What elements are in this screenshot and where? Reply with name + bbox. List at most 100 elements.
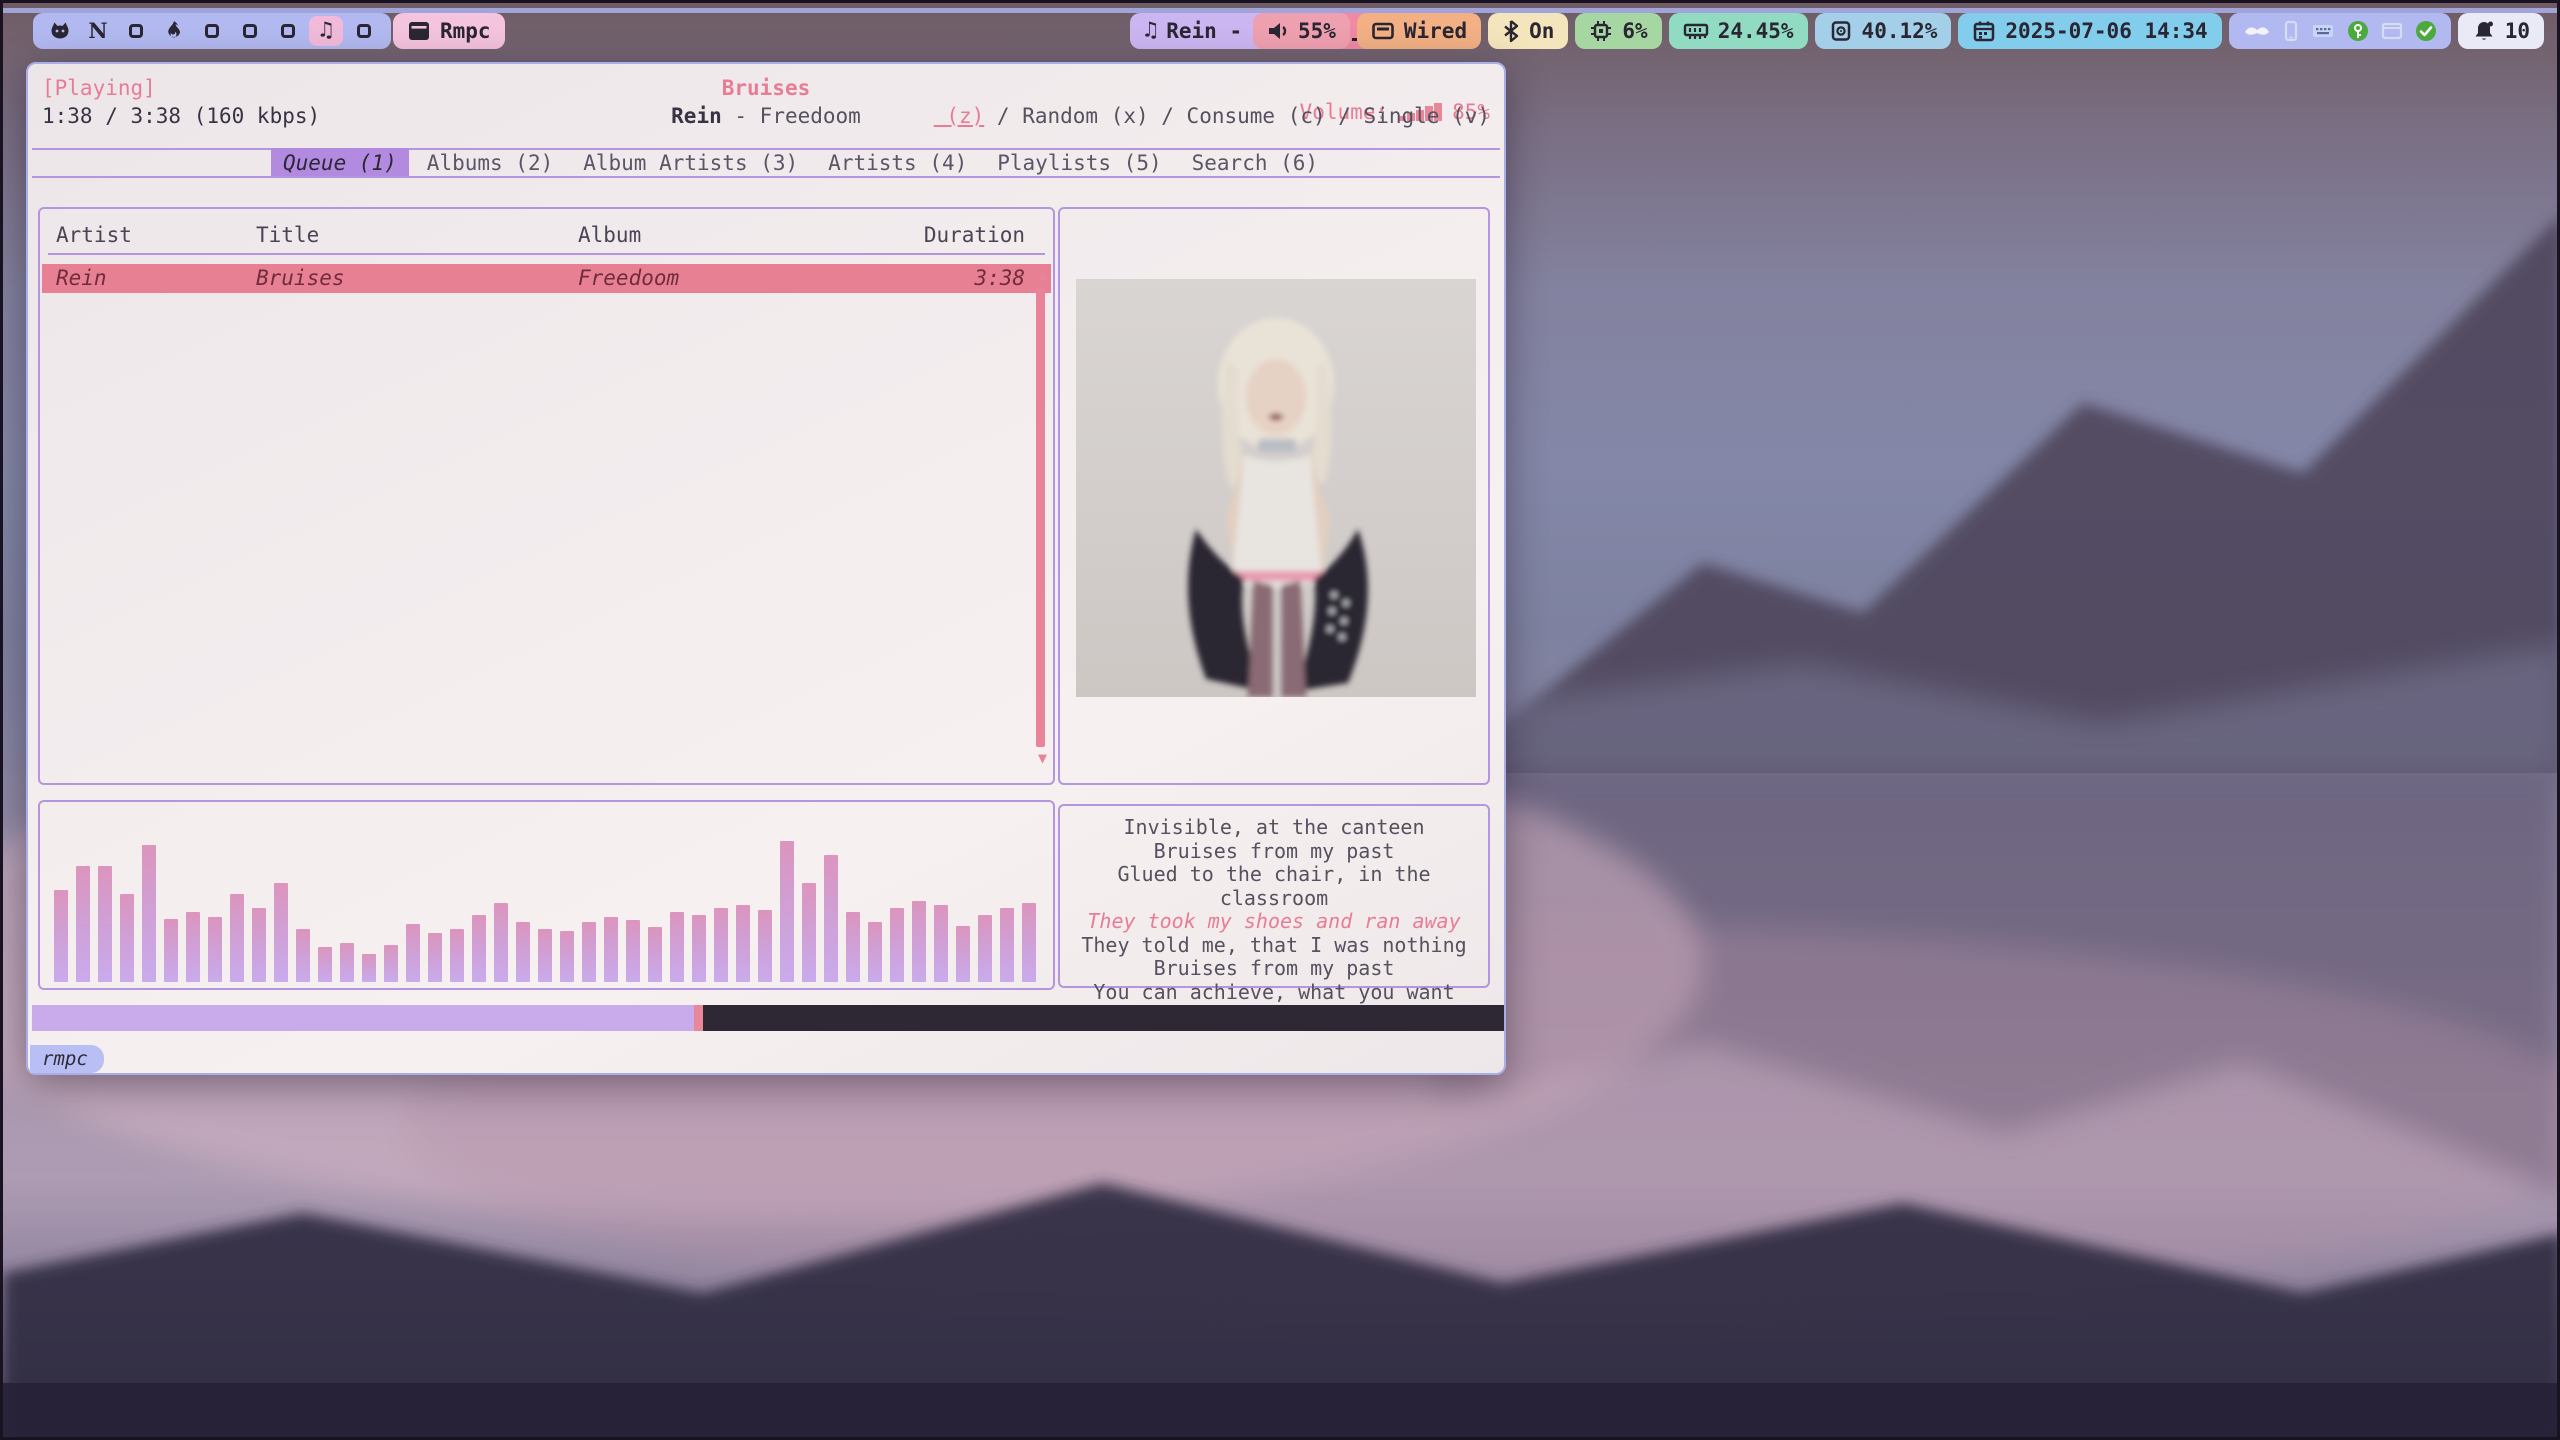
visualizer-bar: [648, 927, 662, 982]
visualizer-bar: [714, 908, 728, 982]
workspace-8-music-note-icon[interactable]: ♫: [309, 16, 343, 46]
visualizer-bar: [186, 912, 200, 982]
song-progress-bar[interactable]: [32, 1005, 1504, 1031]
scrollbar-thumb[interactable]: [1036, 287, 1045, 747]
queue-header-separator: [48, 253, 1045, 255]
status-indicators: 55%WiredOn 6% 24.45% 40.12% 2025-07-06 14:34…: [1253, 13, 2544, 49]
clock-indicator[interactable]: 2025-07-06 14:34: [1958, 13, 2221, 49]
workspace-switcher: N♫: [33, 13, 391, 49]
cpu-indicator[interactable]: 6%: [1575, 13, 1661, 49]
visualizer-bar: [318, 947, 332, 982]
visualizer-bar: [516, 922, 530, 982]
visualizer-bar: [54, 890, 68, 982]
mode-toggles[interactable]: (z) / Random (x) / Consume (c) / Single …: [934, 104, 1490, 128]
taskbar-item-label: Rmpc: [440, 19, 491, 43]
volume-indicator[interactable]: 55%: [1253, 13, 1350, 49]
workspace-9-empty-square-icon[interactable]: [347, 16, 381, 46]
memory-indicator[interactable]: 24.45%: [1669, 13, 1808, 49]
tab-artists-4-[interactable]: Artists (4): [828, 151, 967, 175]
visualizer-bar: [868, 922, 882, 982]
visualizer-bar: [120, 894, 134, 982]
top-bar: N♫ Rmpc ♫ Rein - Bruises ♫ 55%WiredOn6%2…: [3, 13, 2560, 49]
progress-marker: [694, 1005, 703, 1031]
visualizer-bar: [340, 943, 354, 982]
memory-value: 24.45%: [1718, 19, 1794, 43]
lyric-line: Glued to the chair, in the classroom: [1066, 863, 1482, 910]
visualizer-bar: [406, 924, 420, 982]
disk-indicator[interactable]: 40.12%: [1815, 13, 1952, 49]
toggle-others: / Random (x) / Consume (c) / Single (v): [984, 104, 1490, 128]
notifications-indicator[interactable]: 10: [2458, 13, 2544, 49]
window-outline-icon[interactable]: [2381, 21, 2403, 41]
visualizer-bar: [230, 894, 244, 982]
album-cover-image: [1076, 279, 1476, 697]
visualizer-bar: [142, 845, 156, 982]
queue-column-album: Album: [578, 223, 641, 247]
cell-album: Freedoom: [578, 266, 679, 290]
workspace-7-empty-square-icon[interactable]: [271, 16, 305, 46]
queue-column-title: Title: [256, 223, 319, 247]
clock-value: 2025-07-06 14:34: [2005, 19, 2207, 43]
bluetooth-indicator[interactable]: On: [1488, 13, 1568, 49]
tab-queue-1-[interactable]: Queue (1): [271, 148, 409, 178]
check-circle-icon[interactable]: [2415, 20, 2437, 42]
ram-icon: [1683, 20, 1709, 42]
phone-icon[interactable]: [2283, 20, 2299, 42]
workspace-5-empty-square-icon[interactable]: [195, 16, 229, 46]
visualizer-bar: [802, 883, 816, 982]
visualizer-bar: [758, 910, 772, 982]
visualizer-bar: [1000, 908, 1014, 982]
visualizer-bar: [1022, 903, 1036, 982]
lyric-line-current: They took my shoes and ran away: [1066, 910, 1482, 934]
scrollbar-up-icon[interactable]: ▲: [1038, 267, 1047, 282]
workspace-3-empty-square-icon[interactable]: [119, 16, 153, 46]
tab-bar: Queue (1)Albums (2)Album Artists (3)Arti…: [283, 148, 1318, 178]
bluetooth-icon: [1502, 19, 1520, 43]
queue-column-duration: Duration: [924, 223, 1025, 247]
workspace-1-cat-icon[interactable]: [43, 16, 77, 46]
disk-value: 40.12%: [1862, 19, 1938, 43]
visualizer-bar: [208, 917, 222, 982]
ethernet-icon: [1371, 20, 1395, 42]
lyrics-text: Invisible, at the canteenBruises from my…: [1066, 816, 1482, 976]
tab-playlists-5-[interactable]: Playlists (5): [997, 151, 1161, 175]
keyboard-icon[interactable]: [2311, 22, 2335, 40]
visualizer-bar: [846, 912, 860, 982]
bell-icon: [2472, 19, 2496, 43]
album-art-panel: [1058, 207, 1490, 785]
scrollbar-down-icon[interactable]: ▼: [1038, 751, 1047, 766]
visualizer-bar: [494, 903, 508, 982]
visualizer-bar: [252, 908, 266, 982]
lyric-line: Bruises from my past: [1066, 957, 1482, 981]
workspace-6-empty-square-icon[interactable]: [233, 16, 267, 46]
visualizer-bar: [98, 866, 112, 982]
visualizer-bar: [890, 908, 904, 982]
workspace-2-n-letter-icon[interactable]: N: [81, 16, 115, 46]
tab-albums-2-[interactable]: Albums (2): [427, 151, 553, 175]
tab-album-artists-3-[interactable]: Album Artists (3): [583, 151, 798, 175]
queue-row-current[interactable]: ReinBruisesFreedoom3:38: [42, 264, 1051, 293]
taskbar-item-rmpc[interactable]: Rmpc: [393, 13, 505, 49]
cell-title: Bruises: [256, 266, 345, 290]
desktop: N♫ Rmpc ♫ Rein - Bruises ♫ 55%WiredOn6%2…: [0, 0, 2560, 1440]
visualizer-bar: [296, 929, 310, 982]
disk-icon: [1829, 19, 1853, 43]
music-note-icon: ♫: [1144, 20, 1157, 42]
speaker-icon: [1267, 20, 1289, 42]
lyric-line: Invisible, at the canteen: [1066, 816, 1482, 840]
tab-search-6-[interactable]: Search (6): [1192, 151, 1318, 175]
calendar-icon: [1972, 19, 1996, 43]
cpu-value: 6%: [1622, 19, 1647, 43]
visualizer-bar: [384, 945, 398, 982]
key-circle-icon[interactable]: [2347, 20, 2369, 42]
album-name: Freedoom: [760, 104, 861, 128]
visualizer-bars: [54, 808, 1039, 982]
progress-remaining: [703, 1005, 1504, 1031]
visualizer-bar: [560, 931, 574, 982]
visualizer-bar: [274, 883, 288, 982]
lyric-line: You can achieve, what you want: [1066, 981, 1482, 1005]
visualizer-bar: [582, 922, 596, 982]
workspace-4-flame-icon[interactable]: [157, 16, 191, 46]
network-indicator[interactable]: Wired: [1357, 13, 1481, 49]
mustache-icon[interactable]: [2243, 22, 2271, 40]
